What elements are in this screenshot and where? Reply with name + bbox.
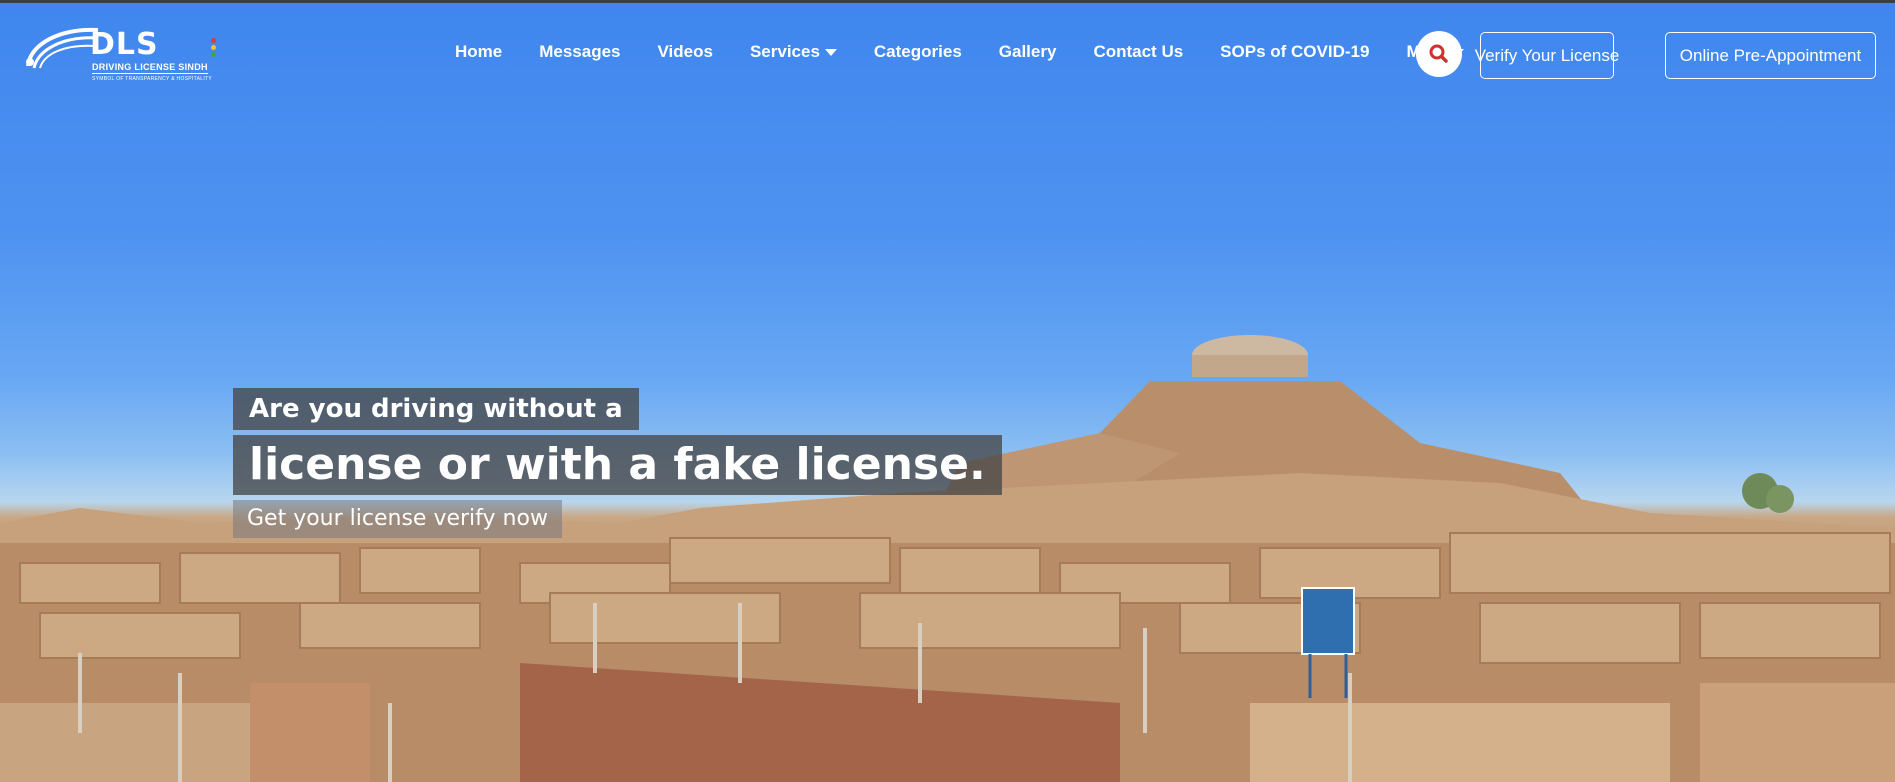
nav-services[interactable]: Services xyxy=(750,42,837,62)
nav-contact-us[interactable]: Contact Us xyxy=(1093,42,1183,62)
search-icon xyxy=(1429,44,1448,63)
logo-dot-red xyxy=(211,38,216,43)
logo-name: DRIVING LICENSE SINDH xyxy=(92,62,208,74)
nav-sops-covid-label: SOPs of COVID-19 xyxy=(1220,42,1370,61)
online-pre-appointment-button[interactable]: Online Pre-Appointment xyxy=(1665,32,1876,79)
nav-gallery-label: Gallery xyxy=(998,42,1057,61)
logo-swoosh-icon xyxy=(26,27,99,69)
logo-dot-yellow xyxy=(211,45,216,50)
hero-caption-line3: Get your license verify now xyxy=(233,500,562,538)
nav-contact-us-label: Contact Us xyxy=(1093,42,1184,61)
hero-caption-line2: license or with a fake license. xyxy=(233,435,1002,495)
nav-services-label: Services xyxy=(749,42,820,61)
nav-messages-label: Messages xyxy=(539,42,621,61)
hero-caption-line1: Are you driving without a xyxy=(233,388,639,430)
logo-signal-dots xyxy=(211,38,217,59)
nav-videos[interactable]: Videos xyxy=(658,42,713,62)
nav-videos-label: Videos xyxy=(657,42,713,61)
nav-gallery[interactable]: Gallery xyxy=(999,42,1057,62)
search-button[interactable] xyxy=(1416,31,1462,77)
logo-tagline: SYMBOL OF TRANSPARENCY & HOSPITALITY xyxy=(92,76,212,82)
verify-license-button[interactable]: Verify Your License xyxy=(1475,32,1619,79)
main-nav: Home Messages Videos Services Categories… xyxy=(455,42,1501,62)
logo-wordmark: DLS xyxy=(90,27,159,62)
nav-categories-label: Categories xyxy=(873,42,962,61)
nav-home-label: Home xyxy=(455,42,503,61)
dls-logo[interactable]: DLS DRIVING LICENSE SINDH SYMBOL OF TRAN… xyxy=(20,22,220,86)
nav-messages[interactable]: Messages xyxy=(539,42,620,62)
logo-dot-green xyxy=(211,52,216,57)
chevron-down-icon xyxy=(824,48,837,56)
nav-home[interactable]: Home xyxy=(455,42,502,62)
nav-sops-covid[interactable]: SOPs of COVID-19 xyxy=(1220,42,1369,62)
nav-categories[interactable]: Categories xyxy=(874,42,962,62)
